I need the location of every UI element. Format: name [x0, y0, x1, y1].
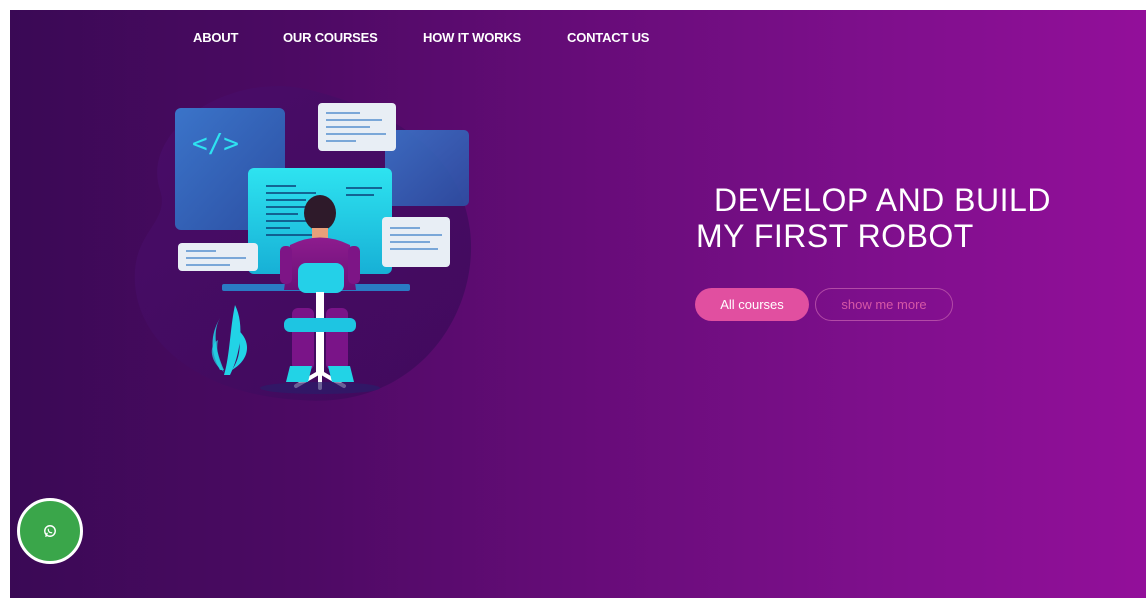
- chair-back: [298, 263, 344, 293]
- developer-illustration: </>: [134, 86, 472, 401]
- show-me-more-button[interactable]: show me more: [815, 288, 953, 321]
- whatsapp-button[interactable]: [17, 498, 83, 564]
- headline-line-1: DEVELOP AND BUILD: [714, 182, 1051, 218]
- person-hair: [304, 195, 336, 231]
- headline-line-2: MY FIRST ROBOT: [696, 218, 974, 254]
- nav-item-contact-us[interactable]: CONTACT US: [567, 30, 649, 45]
- panel-right: [385, 130, 469, 206]
- all-courses-button[interactable]: All courses: [695, 288, 809, 321]
- hero-headline: DEVELOP AND BUILD MY FIRST ROBOT: [696, 182, 1051, 254]
- whatsapp-icon: [44, 525, 56, 537]
- code-symbol: </>: [192, 129, 239, 159]
- nav-item-how-it-works[interactable]: HOW IT WORKS: [423, 30, 521, 45]
- nav-item-about[interactable]: ABOUT: [193, 30, 238, 45]
- hero-section: ABOUT OUR COURSES HOW IT WORKS CONTACT U…: [10, 10, 1146, 598]
- nav-item-our-courses[interactable]: OUR COURSES: [283, 30, 378, 45]
- chair-seat: [284, 318, 356, 332]
